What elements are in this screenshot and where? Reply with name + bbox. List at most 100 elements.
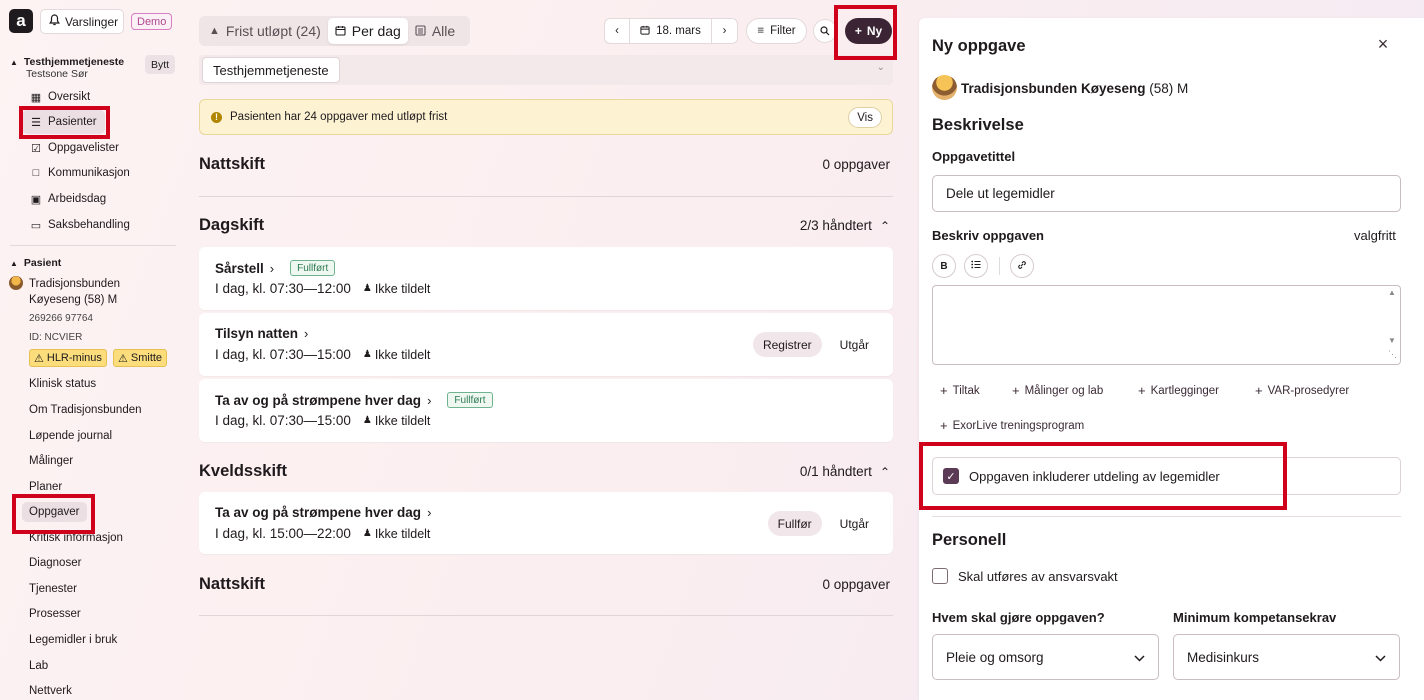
- patient-nav-tjenester[interactable]: Tjenester: [29, 583, 77, 595]
- textarea-scrollbar[interactable]: ▲ ▼ ⋱: [1385, 286, 1400, 364]
- task-card[interactable]: Sårstell › Fullført I dag, kl. 07:30—12:…: [199, 247, 893, 310]
- task-card[interactable]: Ta av og på strømpene hver dag › Fullfør…: [199, 379, 893, 442]
- medication-checkbox-label: Oppgaven inkluderer utdeling av legemidl…: [969, 468, 1220, 484]
- add-kartlegginger-link[interactable]: + Kartlegginger: [1138, 383, 1219, 398]
- sidebar-item-oppgavelister[interactable]: ☑ Oppgavelister: [22, 136, 127, 160]
- show-overdue-button[interactable]: Vis: [848, 107, 882, 128]
- competence-select[interactable]: Medisinkurs: [1173, 634, 1400, 680]
- responsible-checkbox-row[interactable]: Skal utføres av ansvarsvakt: [932, 568, 1118, 584]
- previous-day-button[interactable]: ‹: [605, 19, 630, 43]
- shift-title: Nattskift: [199, 155, 266, 173]
- patient-nav-legemidler[interactable]: Legemidler i bruk: [29, 634, 117, 646]
- chevron-right-icon: ›: [269, 260, 275, 276]
- responsible-checkbox[interactable]: [932, 568, 948, 584]
- filter-button[interactable]: ≡ Filter: [746, 18, 807, 44]
- task-assignee: Ikke tildelt: [374, 347, 431, 362]
- add-tiltak-link[interactable]: + Tiltak: [940, 383, 980, 398]
- tab-alle[interactable]: Alle: [408, 18, 462, 44]
- section-description: Beskrivelse: [932, 116, 1024, 134]
- patient-nav-nettverk[interactable]: Nettverk: [29, 685, 72, 697]
- patient-nav-diagnoser[interactable]: Diagnoser: [29, 557, 81, 569]
- link-button[interactable]: [1010, 254, 1034, 278]
- unit-chip[interactable]: Testhjemmetjeneste: [202, 57, 340, 83]
- who-select[interactable]: Pleie og omsorg: [932, 634, 1159, 680]
- warning-badge-smitte[interactable]: ⚠ Smitte: [113, 349, 168, 367]
- task-description-textarea[interactable]: ▲ ▼ ⋱: [932, 285, 1401, 365]
- patient-section-toggle[interactable]: ▲ Pasient: [10, 257, 61, 269]
- add-var-prosedyrer-link[interactable]: + VAR-prosedyrer: [1255, 383, 1349, 398]
- date-picker-button[interactable]: 18. mars: [630, 19, 712, 43]
- bullet-list-button[interactable]: [964, 254, 988, 278]
- task-title-input[interactable]: Dele ut legemidler: [932, 175, 1401, 212]
- person-icon: ♟: [362, 415, 372, 426]
- who-label: Hvem skal gjøre oppgaven?: [932, 610, 1105, 625]
- chevron-up-icon[interactable]: ⌃: [880, 219, 890, 233]
- filter-icon: ≡: [757, 25, 765, 37]
- plus-icon: +: [1255, 383, 1263, 398]
- calendar-icon: [335, 23, 346, 39]
- bold-button[interactable]: B: [932, 254, 956, 278]
- patient-name-line1: Tradisjonsbunden: [29, 278, 120, 290]
- shift-header[interactable]: Dagskift 2/3 håndtert ⌃: [199, 216, 893, 235]
- patient-name[interactable]: Tradisjonsbunden Køyeseng (58) M: [29, 276, 120, 308]
- medication-checkbox[interactable]: ✓: [943, 468, 959, 484]
- add-malinger-link[interactable]: + Målinger og lab: [1012, 383, 1103, 398]
- add-exorlive-link[interactable]: + ExorLive treningsprogram: [940, 418, 1084, 433]
- chevron-down-icon[interactable]: ⌄: [877, 62, 885, 73]
- scroll-up-icon[interactable]: ▲: [1388, 288, 1396, 297]
- patient-nav-om[interactable]: Om Tradisjonsbunden: [29, 404, 142, 416]
- tab-per-dag[interactable]: Per dag: [327, 18, 408, 44]
- scroll-down-icon[interactable]: ▼: [1388, 336, 1396, 345]
- sidebar-item-saksbehandling[interactable]: ▭ Saksbehandling: [22, 213, 138, 237]
- task-card[interactable]: Ta av og på strømpene hver dag › I dag, …: [199, 492, 893, 554]
- task-card[interactable]: Tilsyn natten › I dag, kl. 07:30—15:00 ♟…: [199, 313, 893, 376]
- patient-nav-oppgaver[interactable]: Oppgaver: [22, 502, 87, 522]
- patient-nav-kritisk[interactable]: Kritisk informasjon: [29, 532, 123, 544]
- task-time: I dag, kl. 07:30—12:00: [215, 281, 351, 296]
- switch-unit-button[interactable]: Bytt: [145, 55, 176, 74]
- sidebar-item-oversikt[interactable]: ▦ Oversikt: [22, 85, 98, 109]
- sidebar-item-label: Saksbehandling: [48, 219, 130, 231]
- task-title: Sårstell: [215, 260, 264, 276]
- warning-badge-hlr[interactable]: ⚠ HLR-minus: [29, 349, 107, 367]
- close-icon[interactable]: ×: [1374, 34, 1392, 54]
- app-logo[interactable]: a: [9, 9, 33, 33]
- medication-checkbox-row[interactable]: ✓ Oppgaven inkluderer utdeling av legemi…: [932, 457, 1401, 495]
- calendar-icon: [640, 25, 650, 38]
- complete-button[interactable]: Fullfør: [767, 511, 822, 536]
- patient-nav-prosesser[interactable]: Prosesser: [29, 608, 81, 620]
- new-task-button[interactable]: + Ny: [845, 18, 892, 44]
- chevron-up-icon[interactable]: ⌃: [880, 465, 890, 479]
- register-button[interactable]: Registrer: [752, 332, 822, 357]
- sidebar-item-label: Oversikt: [48, 91, 91, 103]
- expire-button[interactable]: Utgår: [830, 332, 879, 357]
- patient-nav-planer[interactable]: Planer: [29, 481, 62, 493]
- alert-text: Pasienten har 24 oppgaver med utløpt fri…: [230, 111, 448, 123]
- sidebar-item-pasienter[interactable]: ☰ Pasienter: [22, 110, 105, 134]
- unit-section-toggle[interactable]: ▲ Testhjemmetjeneste: [10, 56, 124, 68]
- chevron-right-icon: ›: [304, 326, 309, 341]
- shift-header[interactable]: Kveldsskift 0/1 håndtert ⌃: [199, 462, 893, 481]
- chevron-right-icon: ›: [427, 505, 432, 520]
- patient-nav-klinisk-status[interactable]: Klinisk status: [29, 378, 96, 390]
- unit-filter-bar[interactable]: Testhjemmetjeneste ⌄: [199, 55, 893, 85]
- search-icon: [820, 24, 830, 39]
- panel-title: Ny oppgave: [932, 37, 1026, 55]
- warning-icon: ⚠: [118, 352, 128, 365]
- patient-nav-malinger[interactable]: Målinger: [29, 455, 73, 467]
- notifications-button[interactable]: Varslinger: [40, 9, 124, 34]
- tab-frist-utlopt[interactable]: ▲ Frist utløpt (24): [202, 18, 328, 44]
- toolbar-divider: [999, 257, 1000, 275]
- task-title: Ta av og på strømpene hver dag: [215, 392, 422, 408]
- sidebar-item-arbeidsdag[interactable]: ▣ Arbeidsdag: [22, 187, 114, 211]
- patient-nav-lab[interactable]: Lab: [29, 660, 48, 672]
- patient-nav-journal[interactable]: Løpende journal: [29, 430, 112, 442]
- next-day-button[interactable]: ›: [712, 19, 737, 43]
- resize-handle-icon[interactable]: ⋱: [1388, 349, 1397, 360]
- chevron-down-icon: [1134, 650, 1145, 665]
- expire-button[interactable]: Utgår: [830, 511, 879, 536]
- sidebar-item-kommunikasjon[interactable]: □ Kommunikasjon: [22, 161, 138, 185]
- patient-section-title: Pasient: [23, 257, 62, 269]
- plus-icon: +: [854, 24, 862, 38]
- search-button[interactable]: [813, 19, 837, 43]
